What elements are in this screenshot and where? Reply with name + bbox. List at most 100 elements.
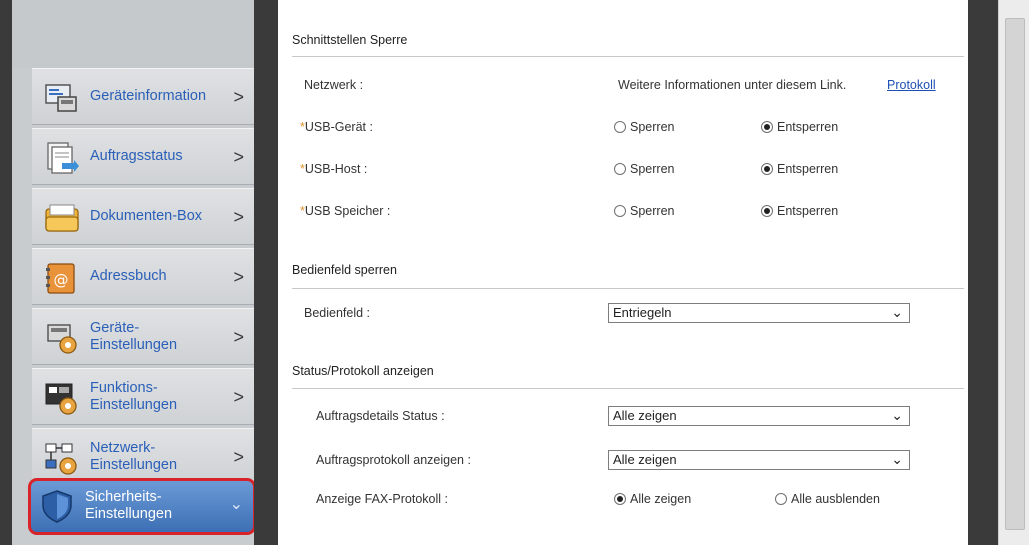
usb-storage-lock-radio[interactable]: Sperren: [614, 204, 674, 218]
chevron-down-icon: ⌄: [229, 496, 243, 513]
usb-device-label-text: USB-Gerät :: [304, 120, 373, 134]
label-line-2: Einstellungen: [90, 397, 178, 413]
section-title-status-log: Status/Protokoll anzeigen: [292, 364, 434, 378]
radio-label: Alle zeigen: [630, 492, 692, 506]
usb-host-lock-radio[interactable]: Sperren: [614, 162, 674, 176]
job-status-icon: [47, 142, 79, 174]
radio-button[interactable]: [614, 121, 626, 133]
svg-text:@: @: [54, 271, 69, 289]
sidebar-item-label: Auftragsstatus: [90, 148, 183, 164]
select-value: Entriegeln: [613, 305, 672, 320]
network-settings-icon: [45, 443, 77, 475]
chevron-down-icon: ⌄: [891, 451, 903, 467]
window-frame-right: [968, 0, 998, 545]
chevron-right-icon: >: [233, 87, 244, 107]
sidebar-item-security-settings[interactable]: Sicherheits- Einstellungen ⌄: [28, 478, 256, 535]
chevron-right-icon: >: [233, 207, 244, 227]
settings-panel: Schnittstellen Sperre Netzwerk : Weitere…: [278, 0, 968, 545]
radio-button[interactable]: [614, 205, 626, 217]
usb-storage-label: *USB Speicher :: [300, 204, 390, 218]
sidebar-item-network-settings[interactable]: Netzwerk- Einstellungen >: [32, 428, 254, 485]
sidebar-item-label: Geräte- Einstellungen: [90, 320, 177, 354]
network-label: Netzwerk :: [304, 78, 364, 92]
vertical-scrollbar[interactable]: [998, 0, 1029, 545]
radio-button[interactable]: [775, 493, 787, 505]
function-settings-icon: [45, 383, 77, 415]
fax-log-show-all-radio[interactable]: Alle zeigen: [614, 492, 691, 506]
sidebar-item-label: Sicherheits- Einstellungen: [85, 489, 172, 523]
chevron-right-icon: >: [233, 387, 244, 407]
panel-lock-select[interactable]: Entriegeln ⌄: [608, 303, 910, 323]
sidebar-item-address-book[interactable]: @ Adressbuch >: [32, 248, 254, 305]
job-details-select[interactable]: Alle zeigen ⌄: [608, 406, 910, 426]
fax-log-label: Anzeige FAX-Protokoll :: [316, 492, 449, 506]
label-line-2: Einstellungen: [85, 506, 173, 522]
sidebar-item-document-box[interactable]: Dokumenten-Box >: [32, 188, 254, 245]
sidebar-item-label: Adressbuch: [90, 268, 167, 284]
chevron-right-icon: >: [233, 447, 244, 467]
job-log-label: Auftragsprotokoll anzeigen :: [316, 453, 471, 467]
radio-label: Entsperren: [777, 120, 839, 134]
radio-label: Sperren: [630, 120, 675, 134]
sidebar-item-device-info[interactable]: Geräteinformation >: [32, 68, 254, 125]
window-frame-left: [0, 0, 12, 545]
radio-label: Sperren: [630, 204, 675, 218]
address-book-icon: @: [46, 263, 75, 294]
radio-button-selected[interactable]: [761, 163, 773, 175]
usb-storage-unlock-radio[interactable]: Entsperren: [761, 204, 838, 218]
usb-device-label: *USB-Gerät :: [300, 120, 373, 134]
radio-button-selected[interactable]: [761, 121, 773, 133]
radio-label: Entsperren: [777, 162, 839, 176]
radio-button-selected[interactable]: [761, 205, 773, 217]
sidebar-header: [12, 0, 254, 68]
radio-button-selected[interactable]: [614, 493, 626, 505]
usb-device-lock-radio[interactable]: Sperren: [614, 120, 674, 134]
sidebar-item-device-settings[interactable]: Geräte- Einstellungen >: [32, 308, 254, 365]
label-line-2: Einstellungen: [90, 457, 178, 473]
window-frame-divider: [254, 0, 278, 545]
radio-label: Entsperren: [777, 204, 839, 218]
sidebar-item-label: Geräteinformation: [90, 88, 207, 104]
panel-label: Bedienfeld :: [304, 306, 371, 320]
job-details-label: Auftragsdetails Status :: [316, 409, 445, 423]
label-line-2: Einstellungen: [90, 337, 178, 353]
section-divider: [292, 56, 964, 57]
label-line-1: Geräte-: [90, 320, 140, 336]
usb-device-unlock-radio[interactable]: Entsperren: [761, 120, 838, 134]
section-title-interface-lock: Schnittstellen Sperre: [292, 33, 408, 47]
usb-host-unlock-radio[interactable]: Entsperren: [761, 162, 838, 176]
sidebar-item-label: Dokumenten-Box: [90, 208, 203, 224]
label-line-1: Funktions-: [90, 380, 158, 396]
chevron-down-icon: ⌄: [891, 407, 903, 423]
radio-button[interactable]: [614, 163, 626, 175]
fax-log-hide-all-radio[interactable]: Alle ausblenden: [775, 492, 880, 506]
radio-label: Alle ausblenden: [791, 492, 880, 506]
sidebar-item-job-status[interactable]: Auftragsstatus >: [32, 128, 254, 185]
device-info-icon: [45, 84, 77, 112]
select-value: Alle zeigen: [613, 452, 677, 467]
section-divider: [292, 288, 964, 289]
radio-label: Sperren: [630, 162, 675, 176]
chevron-right-icon: >: [233, 327, 244, 347]
section-divider: [292, 388, 964, 389]
network-info-text: Weitere Informationen unter diesem Link.: [618, 78, 847, 92]
usb-host-label-text: USB-Host :: [304, 162, 368, 176]
section-title-panel-lock: Bedienfeld sperren: [292, 263, 397, 277]
sidebar-item-label: Funktions- Einstellungen: [90, 380, 177, 414]
usb-host-label: *USB-Host :: [300, 162, 367, 176]
sidebar-item-label: Netzwerk- Einstellungen: [90, 440, 177, 474]
device-settings-icon: [47, 324, 77, 354]
job-log-select[interactable]: Alle zeigen ⌄: [608, 450, 910, 470]
label-line-1: Netzwerk-: [90, 440, 156, 456]
chevron-down-icon: ⌄: [891, 304, 903, 320]
chevron-right-icon: >: [233, 267, 244, 287]
label-line-1: Sicherheits-: [85, 489, 162, 505]
select-value: Alle zeigen: [613, 408, 677, 423]
scrollbar-thumb[interactable]: [1005, 18, 1025, 530]
protocol-link[interactable]: Protokoll: [887, 78, 936, 92]
chevron-right-icon: >: [233, 147, 244, 167]
document-box-icon: [45, 204, 79, 232]
sidebar-item-function-settings[interactable]: Funktions- Einstellungen >: [32, 368, 254, 425]
usb-storage-label-text: USB Speicher :: [304, 204, 391, 218]
security-shield-icon: [42, 490, 72, 523]
